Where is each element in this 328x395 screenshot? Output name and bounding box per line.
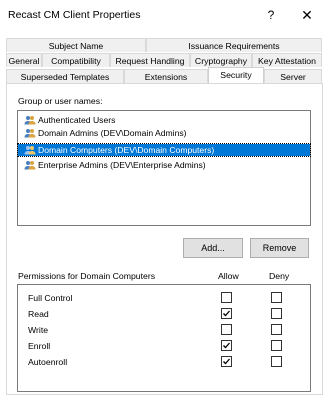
deny-checkbox[interactable] bbox=[271, 292, 282, 303]
deny-checkbox[interactable] bbox=[271, 324, 282, 335]
check-icon bbox=[223, 310, 230, 317]
add-button[interactable]: Add... bbox=[183, 238, 243, 258]
list-item[interactable]: Domain Admins (DEV\Domain Admins) bbox=[18, 127, 310, 139]
group-name: Authenticated Users bbox=[38, 115, 116, 125]
tab-key-attestation[interactable]: Key Attestation bbox=[252, 53, 322, 67]
group-list[interactable]: Authenticated Users Domain Admins (DEV\D… bbox=[17, 110, 311, 226]
permission-name: Full Control bbox=[28, 293, 73, 303]
check-icon bbox=[223, 358, 230, 365]
tab-general[interactable]: General bbox=[6, 53, 42, 67]
allow-checkbox[interactable] bbox=[221, 356, 232, 367]
group-name: Domain Computers (DEV\Domain Computers) bbox=[38, 145, 215, 155]
tab-extensions[interactable]: Extensions bbox=[124, 69, 208, 83]
allow-column-header: Allow bbox=[218, 271, 239, 281]
list-item[interactable]: Enterprise Admins (DEV\Enterprise Admins… bbox=[18, 159, 310, 171]
permission-row: Write bbox=[18, 323, 310, 337]
tab-security[interactable]: Security bbox=[208, 67, 264, 83]
permission-row: Full Control bbox=[18, 291, 310, 305]
permission-row: Read bbox=[18, 307, 310, 321]
deny-checkbox[interactable] bbox=[271, 340, 282, 351]
list-item[interactable]: Authenticated Users bbox=[18, 114, 310, 126]
tab-subject-name[interactable]: Subject Name bbox=[6, 38, 146, 52]
users-icon bbox=[24, 115, 36, 125]
window-title: Recast CM Client Properties bbox=[8, 9, 141, 21]
deny-checkbox[interactable] bbox=[271, 356, 282, 367]
check-icon bbox=[223, 342, 230, 349]
allow-checkbox[interactable] bbox=[221, 324, 232, 335]
allow-checkbox[interactable] bbox=[221, 292, 232, 303]
users-icon bbox=[24, 160, 36, 170]
group-names-label: Group or user names: bbox=[18, 96, 103, 106]
permission-row: Enroll bbox=[18, 339, 310, 353]
deny-column-header: Deny bbox=[269, 271, 290, 281]
permission-name: Read bbox=[28, 309, 49, 319]
permission-name: Write bbox=[28, 325, 49, 335]
allow-checkbox[interactable] bbox=[221, 308, 232, 319]
group-name: Domain Admins (DEV\Domain Admins) bbox=[38, 128, 187, 138]
title-bar: Recast CM Client Properties ? ✕ bbox=[0, 0, 328, 30]
remove-button[interactable]: Remove bbox=[250, 238, 309, 258]
tab-server[interactable]: Server bbox=[264, 69, 322, 83]
tab-superseded-templates[interactable]: Superseded Templates bbox=[6, 69, 124, 83]
tab-cryptography[interactable]: Cryptography bbox=[190, 53, 252, 67]
deny-checkbox[interactable] bbox=[271, 308, 282, 319]
permissions-list: Full Control Read Write Enroll Autoenrol… bbox=[17, 284, 311, 392]
allow-checkbox[interactable] bbox=[221, 340, 232, 351]
permission-name: Enroll bbox=[28, 341, 51, 351]
users-icon bbox=[24, 128, 36, 138]
users-icon bbox=[24, 145, 36, 155]
tab-compatibility[interactable]: Compatibility bbox=[42, 53, 110, 67]
group-name: Enterprise Admins (DEV\Enterprise Admins… bbox=[38, 160, 206, 170]
help-button[interactable]: ? bbox=[260, 4, 282, 26]
permission-name: Autoenroll bbox=[28, 357, 68, 367]
tab-request-handling[interactable]: Request Handling bbox=[110, 53, 190, 67]
close-button[interactable]: ✕ bbox=[296, 4, 318, 26]
permissions-header: Permissions for Domain Computers bbox=[18, 271, 156, 281]
list-item-selected[interactable]: Domain Computers (DEV\Domain Computers) bbox=[17, 143, 311, 157]
permission-row: Autoenroll bbox=[18, 355, 310, 369]
tab-issuance-requirements[interactable]: Issuance Requirements bbox=[146, 38, 322, 52]
